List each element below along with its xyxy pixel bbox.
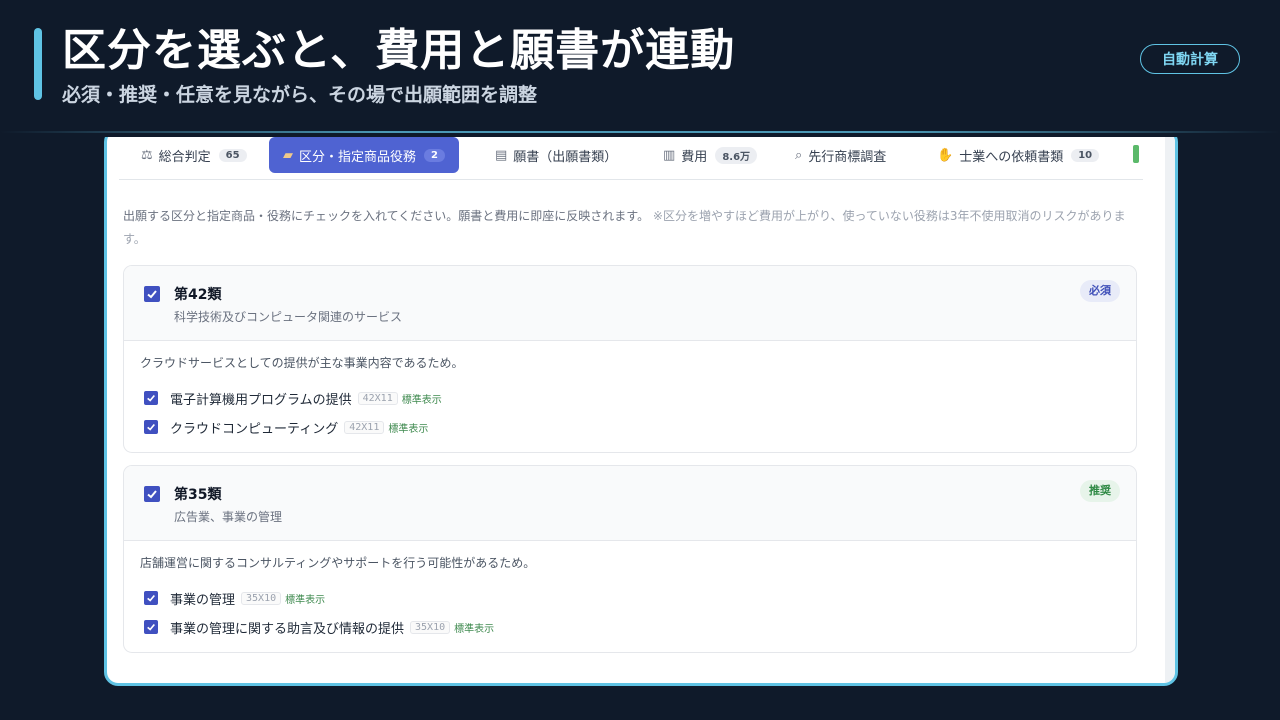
tab-class-goods-services[interactable]: ▰ 区分・指定商品役務 2 (269, 137, 459, 173)
class-title: 第42類 (174, 287, 222, 303)
checkmark-icon (147, 423, 155, 431)
class-checkbox[interactable] (144, 486, 160, 502)
checkmark-icon (147, 490, 157, 499)
class-reason: クラウドサービスとしての提供が主な事業内容であるため。 (140, 356, 464, 370)
similar-group-code: 42X11 (344, 420, 385, 434)
tab-professional-request[interactable]: ✋ 士業への依頼書類 10 (937, 137, 1100, 173)
class-checkbox[interactable] (144, 286, 160, 302)
class-card-42: 第42類 科学技術及びコンピュータ関連のサービス 必須 クラウドサービスとしての… (123, 265, 1137, 453)
standard-label: 標準表示 (285, 594, 326, 606)
scale-icon: ⚖ (141, 147, 153, 163)
checkmark-icon (147, 623, 155, 631)
slide-subtitle: 必須・推奨・任意を見ながら、その場で出願範囲を調整 (62, 84, 538, 106)
recommended-badge: 推奨 (1080, 480, 1120, 502)
class-description: 広告業、事業の管理 (174, 510, 283, 524)
instructions-text: 出願する区分と指定商品・役務にチェックを入れてください。願書と費用に即座に反映さ… (123, 209, 650, 223)
similar-group-code: 35X10 (241, 591, 282, 605)
slide-header: 区分を選ぶと、費用と願書が連動 必須・推奨・任意を見ながら、その場で出願範囲を調… (0, 0, 1280, 137)
tab-overall-judgment[interactable]: ⚖ 総合判定 65 (141, 137, 247, 173)
checkmark-icon (147, 594, 155, 602)
app-screenshot-frame: ⚖ 総合判定 65 ▰ 区分・指定商品役務 2 ▤ 願書（出願書類） ▥ 費用 … (104, 128, 1178, 686)
checkmark-icon (147, 290, 157, 299)
tab-label: 士業への依頼書類 (959, 149, 1064, 165)
class-description: 科学技術及びコンピュータ関連のサービス (174, 310, 403, 324)
similar-group-code: 35X10 (410, 620, 451, 634)
tab-overflow-indicator (1133, 145, 1139, 163)
document-icon: ▤ (495, 147, 508, 163)
class-card-35: 第35類 広告業、事業の管理 推奨 店舗運営に関するコンサルティングやサポートを… (123, 465, 1137, 653)
handshake-icon: ✋ (937, 147, 954, 163)
item-label: 事業の管理に関する助言及び情報の提供 (170, 621, 405, 637)
scrollbar-track[interactable] (1165, 131, 1175, 683)
tab-label: 区分・指定商品役務 (299, 149, 417, 165)
item-checkbox[interactable] (144, 591, 158, 605)
item-label: 電子計算機用プログラムの提供 (170, 392, 352, 408)
tab-count-badge: 10 (1071, 148, 1100, 162)
auto-calc-badge: 自動計算 (1140, 44, 1240, 74)
similar-group-code: 42X11 (357, 391, 398, 405)
tab-count-badge: 2 (424, 148, 445, 162)
class-reason: 店舗運営に関するコンサルティングやサポートを行う可能性があるため。 (140, 556, 536, 570)
goods-service-item[interactable]: 事業の管理 35X10 標準表示 (144, 588, 325, 608)
tab-bar: ⚖ 総合判定 65 ▰ 区分・指定商品役務 2 ▤ 願書（出願書類） ▥ 費用 … (119, 137, 1143, 180)
goods-service-item[interactable]: 事業の管理に関する助言及び情報の提供 35X10 標準表示 (144, 617, 494, 637)
slide-title: 区分を選ぶと、費用と願書が連動 (62, 25, 736, 76)
standard-label: 標準表示 (388, 423, 429, 435)
item-label: 事業の管理 (170, 592, 236, 608)
checkmark-icon (147, 394, 155, 402)
tag-icon: ▰ (283, 147, 293, 163)
tab-fees[interactable]: ▥ 費用 8.6万 (663, 137, 758, 173)
goods-service-item[interactable]: クラウドコンピューティング 42X11 標準表示 (144, 417, 428, 437)
class-card-header: 第35類 広告業、事業の管理 推奨 (124, 466, 1136, 541)
tab-label: 先行商標調査 (808, 149, 887, 165)
class-title: 第35類 (174, 487, 222, 503)
tab-label: 総合判定 (158, 149, 211, 165)
tab-prior-search[interactable]: ⌕ 先行商標調査 (795, 137, 886, 173)
tab-label: 願書（出願書類） (513, 149, 618, 165)
magnifier-icon: ⌕ (795, 147, 803, 163)
standard-label: 標準表示 (401, 394, 442, 406)
app-content: ⚖ 総合判定 65 ▰ 区分・指定商品役務 2 ▤ 願書（出願書類） ▥ 費用 … (107, 131, 1175, 683)
accent-bar (34, 28, 42, 100)
item-checkbox[interactable] (144, 420, 158, 434)
tab-application-documents[interactable]: ▤ 願書（出願書類） (495, 137, 617, 173)
required-badge: 必須 (1080, 280, 1120, 302)
class-card-header: 第42類 科学技術及びコンピュータ関連のサービス 必須 (124, 266, 1136, 341)
chart-icon: ▥ (663, 147, 676, 163)
item-label: クラウドコンピューティング (170, 421, 339, 437)
instructions: 出願する区分と指定商品・役務にチェックを入れてください。願書と費用に即座に反映さ… (123, 205, 1147, 251)
goods-service-item[interactable]: 電子計算機用プログラムの提供 42X11 標準表示 (144, 388, 442, 408)
standard-label: 標準表示 (454, 623, 495, 635)
divider-glow (0, 131, 1280, 133)
tab-label: 費用 (681, 149, 708, 165)
tab-count-badge: 65 (218, 148, 247, 162)
item-checkbox[interactable] (144, 391, 158, 405)
tab-count-badge: 8.6万 (715, 146, 758, 164)
item-checkbox[interactable] (144, 620, 158, 634)
